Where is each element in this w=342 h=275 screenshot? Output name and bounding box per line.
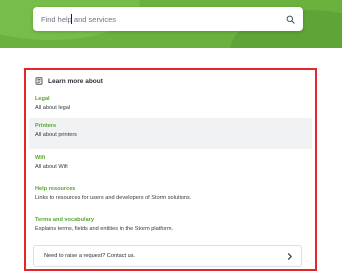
topic-terms-and-vocabulary[interactable]: Terms and vocabulary Explains terms, fie… [29,212,312,243]
topic-printers[interactable]: Printers All about printers [29,118,312,149]
topic-name[interactable]: Wifi [35,154,306,162]
topic-description: Explains terms, fields and entities in t… [35,226,174,232]
topic-name[interactable]: Legal [35,95,306,103]
book-icon [35,72,43,90]
panel-title: Learn more about [48,77,103,85]
search-input[interactable] [41,14,285,24]
search-box[interactable] [33,7,303,31]
text-cursor [71,14,72,24]
topic-wifi[interactable]: Wifi All about Wifi [29,150,312,181]
topic-description: All about Wifi [35,164,68,170]
contact-us-label: Need to raise a request? Contact us. [44,253,136,259]
topic-name[interactable]: Help resources [35,185,306,193]
topic-help-resources[interactable]: Help resources Links to resources for us… [29,181,312,212]
topic-description: All about printers [35,132,77,138]
contact-us-button[interactable]: Need to raise a request? Contact us. [33,245,302,267]
chevron-right-icon [286,252,294,260]
topic-name[interactable]: Printers [35,122,306,130]
topic-description: All about legal [35,105,71,111]
learn-more-panel: Learn more about Legal All about legal P… [24,68,317,271]
panel-header: Learn more about [35,75,103,87]
topic-name[interactable]: Terms and vocabulary [35,216,306,224]
search-icon[interactable] [285,14,295,24]
topic-description: Links to resources for users and develop… [35,195,192,201]
hero-banner [0,0,342,48]
